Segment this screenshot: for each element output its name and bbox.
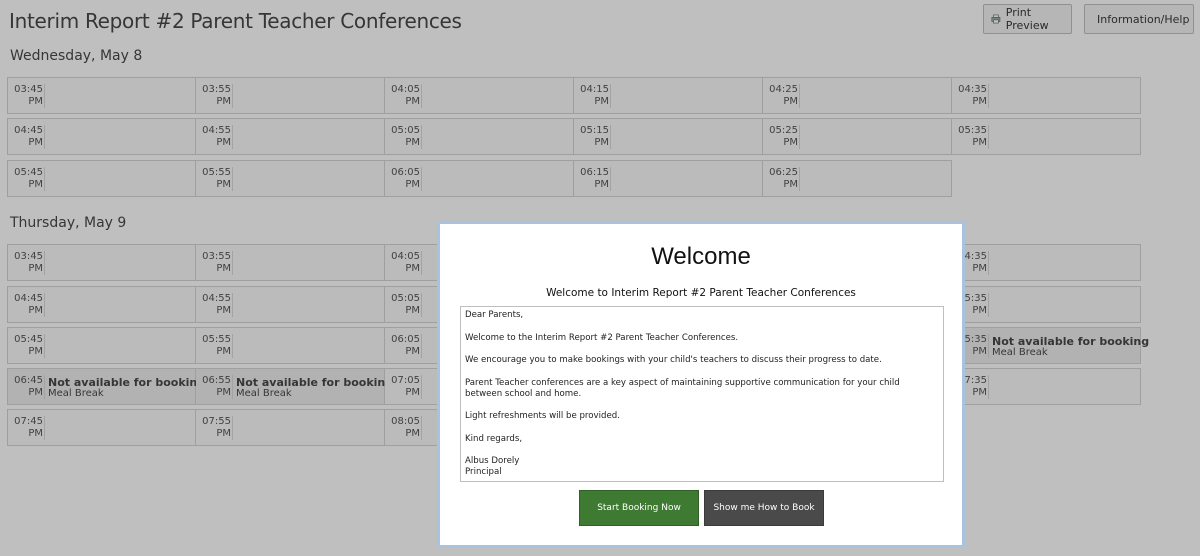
letter-line: Light refreshments will be provided. <box>465 411 620 421</box>
letter-line: Welcome to the Interim Report #2 Parent … <box>465 332 739 343</box>
dialog-title: Welcome <box>651 243 751 270</box>
letter-line: Parent Teacher conferences are a key asp… <box>465 377 900 399</box>
letter-line: Kind regards, <box>465 433 523 444</box>
welcome-letter[interactable]: Dear Parents, Welcome to the Interim Rep… <box>460 306 944 482</box>
letter-signature-name: Albus Dorely <box>465 456 520 466</box>
letter-line: We encourage you to make bookings with y… <box>465 355 882 365</box>
show-me-how-button[interactable]: Show me How to Book <box>704 490 824 526</box>
letter-signature-role: Principal <box>465 467 502 477</box>
dialog-subtitle: Welcome to Interim Report #2 Parent Teac… <box>546 287 856 299</box>
welcome-dialog: Welcome Welcome to Interim Report #2 Par… <box>437 221 965 548</box>
start-booking-button[interactable]: Start Booking Now <box>579 490 699 526</box>
letter-line: Dear Parents, <box>465 310 524 320</box>
